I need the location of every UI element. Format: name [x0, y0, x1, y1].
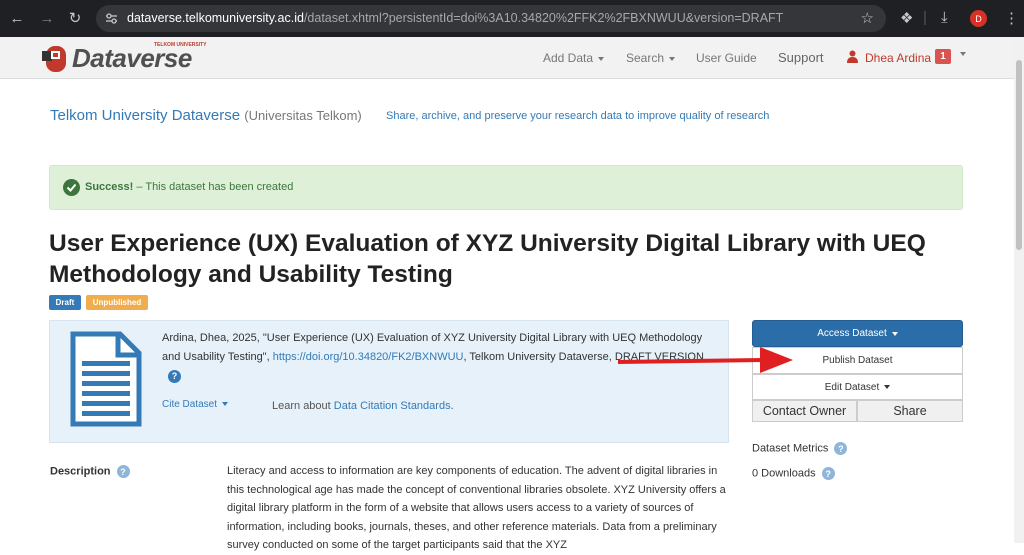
- edit-dataset-button[interactable]: Edit Dataset: [752, 374, 963, 400]
- support-link[interactable]: Support: [778, 50, 824, 65]
- bookmark-star-icon[interactable]: ☆: [861, 9, 874, 27]
- metrics-label: Dataset Metrics: [752, 442, 829, 455]
- downloads-count: 0 Downloads?: [752, 467, 835, 480]
- add-data-menu[interactable]: Add Data: [543, 51, 605, 65]
- learn-about-text: Learn about Data Citation Standards.: [272, 400, 454, 412]
- alert-message: Success! – This dataset has been created: [85, 181, 293, 193]
- alert-strong: Success!: [85, 181, 134, 193]
- user-guide-link[interactable]: User Guide: [696, 51, 757, 65]
- red-arrow-annotation: [618, 347, 793, 373]
- url-host: dataverse.telkomuniversity.ac.id: [127, 11, 304, 25]
- learn-end: .: [450, 400, 454, 412]
- dataverse-tagline: Share, archive, and preserve your resear…: [386, 110, 770, 122]
- document-icon: [70, 331, 142, 427]
- chevron-down-icon: [884, 385, 891, 389]
- search-label: Search: [626, 51, 665, 65]
- doi-link[interactable]: https://doi.org/10.34820/FK2/BXNWUU: [273, 351, 464, 363]
- downloads-label: 0 Downloads: [752, 467, 816, 480]
- dataverse-header: Telkom University Dataverse (Universitas…: [50, 107, 362, 124]
- browser-menu-icon[interactable]: ⋮: [1004, 9, 1019, 27]
- cite-dataset-dropdown[interactable]: Cite Dataset: [162, 399, 229, 410]
- forward-icon[interactable]: →: [36, 7, 58, 29]
- draft-label: Draft: [49, 295, 81, 310]
- cite-dataset-label: Cite Dataset: [162, 399, 218, 410]
- unpublished-label: Unpublished: [86, 295, 148, 310]
- url-path: /dataset.xhtml?persistentId=doi%3A10.348…: [303, 11, 784, 25]
- chevron-down-icon: [222, 402, 229, 407]
- edit-dataset-label: Edit Dataset: [824, 381, 880, 393]
- reload-icon[interactable]: ↻: [64, 7, 86, 29]
- chevron-down-icon: [891, 331, 898, 336]
- chevron-down-icon[interactable]: [960, 52, 966, 56]
- browser-toolbar: ← → ↻ dataverse.telkomuniversity.ac.id/d…: [0, 0, 1024, 37]
- access-dataset-button[interactable]: Access Dataset: [752, 320, 963, 347]
- url-text: dataverse.telkomuniversity.ac.id/dataset…: [127, 11, 783, 25]
- user-icon: [847, 50, 858, 63]
- divider: |: [923, 9, 927, 26]
- dataverse-affiliation: (Universitas Telkom): [244, 108, 362, 123]
- chevron-down-icon: [598, 56, 605, 61]
- download-icon[interactable]: ⤓: [941, 9, 948, 26]
- search-menu[interactable]: Search: [626, 51, 676, 65]
- description-label-text: Description: [50, 465, 111, 478]
- add-data-label: Add Data: [543, 51, 594, 65]
- citation-box: Ardina, Dhea, 2025, "User Experience (UX…: [49, 320, 729, 443]
- description-text: Literacy and access to information are k…: [227, 465, 726, 551]
- back-icon[interactable]: ←: [6, 7, 28, 29]
- data-citation-standards-link[interactable]: Data Citation Standards: [334, 400, 451, 412]
- dataset-metrics-title: Dataset Metrics?: [752, 442, 848, 455]
- success-alert: Success! – This dataset has been created: [49, 165, 963, 210]
- address-bar[interactable]: dataverse.telkomuniversity.ac.id/dataset…: [96, 5, 886, 32]
- logo-icon: [42, 46, 66, 72]
- site-navbar: Dataverse TELKOM UNIVERSITY Add Data Sea…: [0, 37, 1024, 79]
- chevron-down-icon: [669, 56, 676, 61]
- share-button[interactable]: Share: [857, 400, 963, 422]
- learn-prefix: Learn about: [272, 400, 334, 412]
- alert-body: – This dataset has been created: [133, 181, 294, 193]
- notification-badge[interactable]: 1: [935, 49, 951, 64]
- description-label: Description?: [50, 465, 130, 478]
- user-menu[interactable]: Dhea Ardina: [865, 51, 931, 65]
- dataset-title: User Experience (UX) Evaluation of XYZ U…: [49, 230, 926, 288]
- extensions-icon[interactable]: ❖: [900, 9, 913, 27]
- help-icon[interactable]: ?: [168, 369, 181, 383]
- dataverse-name-link[interactable]: Telkom University Dataverse: [50, 107, 240, 124]
- logo-subtext: TELKOM UNIVERSITY: [154, 42, 207, 48]
- contact-owner-button[interactable]: Contact Owner: [752, 400, 857, 422]
- dataverse-logo[interactable]: Dataverse TELKOM UNIVERSITY: [40, 40, 210, 76]
- scrollbar-thumb[interactable]: [1016, 60, 1022, 250]
- check-circle-icon: [63, 179, 80, 196]
- profile-avatar[interactable]: D: [970, 10, 987, 27]
- help-icon[interactable]: ?: [116, 465, 130, 478]
- access-dataset-label: Access Dataset: [817, 328, 887, 339]
- help-icon[interactable]: ?: [821, 467, 835, 480]
- site-info-icon[interactable]: [105, 12, 118, 25]
- help-icon[interactable]: ?: [834, 442, 848, 455]
